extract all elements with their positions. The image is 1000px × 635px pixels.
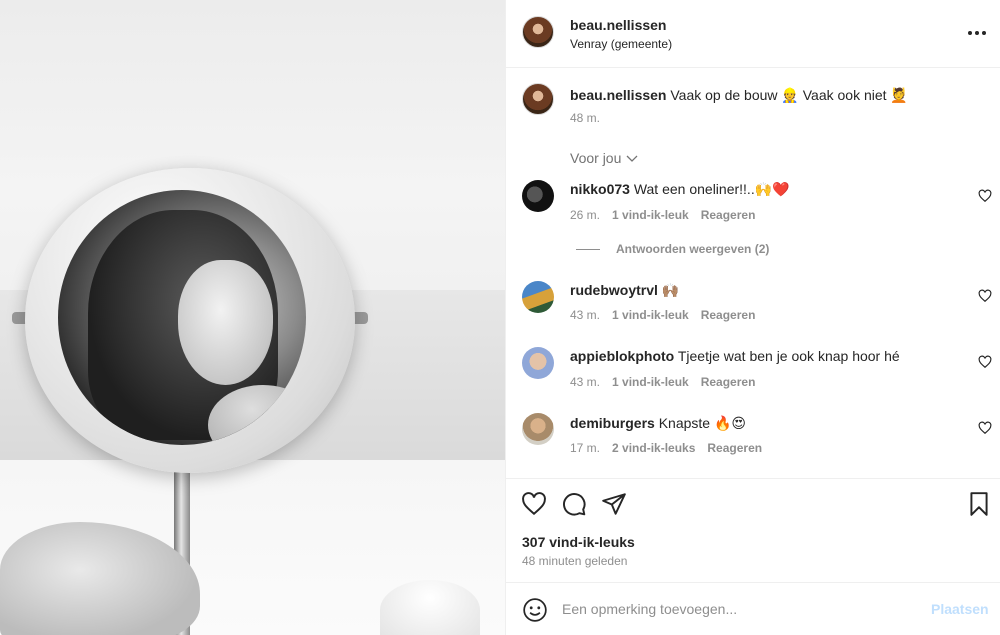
comment-username[interactable]: appieblokphoto <box>570 348 674 364</box>
share-icon[interactable] <box>601 491 627 517</box>
comment-meta: 26 m. 1 vind-ik-leuk Reageren <box>570 208 755 222</box>
comment-time: 17 m. <box>570 441 601 455</box>
comment-row: demiburgers Knapste 🔥😍 <box>570 415 746 432</box>
comment-avatar-demiburgers[interactable] <box>522 413 554 445</box>
comment-heart-icon[interactable] <box>978 355 992 369</box>
caption-username[interactable]: beau.nellissen <box>570 87 666 103</box>
caption: beau.nellissen Vaak op de bouw 👷 Vaak oo… <box>570 87 908 104</box>
heart-icon[interactable] <box>521 491 547 517</box>
view-replies-button[interactable]: Antwoorden weergeven (2) <box>576 242 769 256</box>
comment-username[interactable]: demiburgers <box>570 415 655 431</box>
comment-reply-button[interactable]: Reageren <box>707 441 762 455</box>
comment-time: 43 m. <box>570 308 601 322</box>
comment-avatar-nikko073[interactable] <box>522 180 554 212</box>
comment-meta: 43 m. 1 vind-ik-leuk Reageren <box>570 375 755 389</box>
comment-reply-button[interactable]: Reageren <box>701 208 756 222</box>
comment-likes[interactable]: 1 vind-ik-leuk <box>612 208 689 222</box>
comment-body: Knapste 🔥😍 <box>658 415 746 431</box>
like-count[interactable]: 307 vind-ik-leuks <box>522 534 635 550</box>
post-comment-button[interactable]: Plaatsen <box>931 601 989 617</box>
comment-likes[interactable]: 1 vind-ik-leuk <box>612 375 689 389</box>
comment-likes[interactable]: 2 vind-ik-leuks <box>612 441 695 455</box>
caption-text: Vaak op de bouw 👷 Vaak ook niet 💆 <box>670 87 908 103</box>
more-icon[interactable] <box>966 24 988 42</box>
comment-avatar-rudebwoytrvl[interactable] <box>522 281 554 313</box>
comment-heart-icon[interactable] <box>978 189 992 203</box>
post-dialog: beau.nellissen Venray (gemeente) beau.ne… <box>0 0 1000 635</box>
comment-avatar-appieblokphoto[interactable] <box>522 347 554 379</box>
comment-meta: 17 m. 2 vind-ik-leuks Reageren <box>570 441 762 455</box>
bowl <box>380 580 480 635</box>
comment-time: 26 m. <box>570 208 601 222</box>
post-header: beau.nellissen Venray (gemeente) <box>506 0 1000 68</box>
emoji-icon[interactable] <box>522 597 548 623</box>
comment-input[interactable] <box>562 595 922 623</box>
caption-time: 48 m. <box>570 111 601 125</box>
comment-meta: 43 m. 1 vind-ik-leuk Reageren <box>570 308 755 322</box>
comment-filter[interactable]: Voor jou <box>570 150 639 166</box>
action-bar <box>506 478 1000 528</box>
comment-reply-button[interactable]: Reageren <box>701 375 756 389</box>
comment-body: Tjeetje wat ben je ook knap hoor hé <box>677 348 900 364</box>
comment-body: Wat een oneliner!!..🙌❤️ <box>633 181 790 197</box>
side-panel: beau.nellissen Venray (gemeente) beau.ne… <box>505 0 1000 635</box>
author-avatar[interactable] <box>522 16 554 48</box>
comment-body: 🙌🏽 <box>661 282 680 298</box>
comment-heart-icon[interactable] <box>978 289 992 303</box>
comment-icon[interactable] <box>561 491 587 517</box>
comment-row: rudebwoytrvl 🙌🏽 <box>570 282 679 299</box>
author-username[interactable]: beau.nellissen <box>570 17 666 33</box>
comment-heart-icon[interactable] <box>978 421 992 435</box>
add-comment-bar: Plaatsen <box>506 582 1000 635</box>
post-image[interactable] <box>0 0 505 635</box>
chevron-down-icon <box>626 155 638 162</box>
mirror-reflection <box>58 190 306 445</box>
bookmark-icon[interactable] <box>966 491 992 517</box>
posted-time: 48 minuten geleden <box>522 554 628 568</box>
comment-row: appieblokphoto Tjeetje wat ben je ook kn… <box>570 348 900 364</box>
face <box>178 260 273 385</box>
comment-filter-label: Voor jou <box>570 150 622 166</box>
view-replies-label: Antwoorden weergeven (2) <box>616 242 770 256</box>
comment-username[interactable]: rudebwoytrvl <box>570 282 658 298</box>
replies-divider <box>576 248 600 250</box>
comment-username[interactable]: nikko073 <box>570 181 630 197</box>
comment-time: 43 m. <box>570 375 601 389</box>
caption-avatar[interactable] <box>522 83 554 115</box>
post-location[interactable]: Venray (gemeente) <box>570 37 672 51</box>
comment-likes[interactable]: 1 vind-ik-leuk <box>612 308 689 322</box>
comment-row: nikko073 Wat een oneliner!!..🙌❤️ <box>570 181 790 198</box>
comment-reply-button[interactable]: Reageren <box>701 308 756 322</box>
